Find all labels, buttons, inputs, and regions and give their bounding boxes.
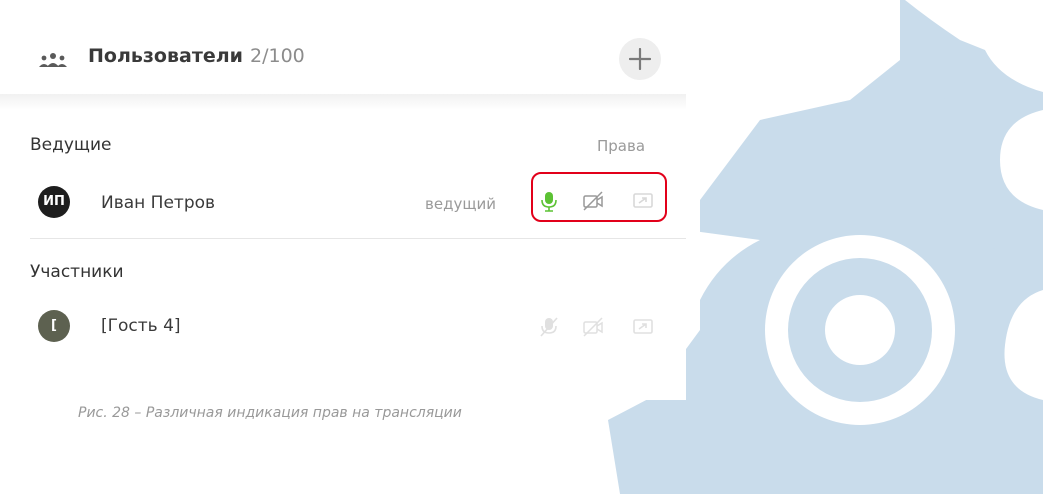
user-name: [Гость 4] (101, 316, 181, 336)
screen-share-icon[interactable] (632, 316, 654, 338)
figure-caption: Рис. 28 – Различная индикация прав на тр… (78, 405, 462, 421)
rights-column-label: Права (597, 137, 646, 155)
microphone-off-icon[interactable] (538, 316, 560, 338)
section-divider (30, 238, 686, 239)
users-group-icon (39, 53, 67, 67)
camera-off-icon[interactable] (582, 316, 604, 338)
users-panel: Пользователи 2/100 Ведущие Права ИП Иван… (0, 0, 686, 400)
avatar: ИП (38, 186, 70, 218)
plus-icon (629, 48, 651, 70)
users-title: Пользователи (88, 45, 243, 67)
participants-section-title: Участники (30, 262, 124, 282)
user-role: ведущий (425, 195, 496, 213)
permissions-highlight (531, 172, 667, 222)
avatar: [ (38, 310, 70, 342)
panel-header: Пользователи 2/100 (0, 0, 686, 96)
users-count: 2/100 (250, 45, 305, 67)
header-divider (0, 94, 686, 110)
user-name: Иван Петров (101, 193, 216, 213)
add-user-button[interactable] (619, 38, 661, 80)
hosts-section-title: Ведущие (30, 135, 112, 155)
gear-center-hole (825, 295, 895, 365)
